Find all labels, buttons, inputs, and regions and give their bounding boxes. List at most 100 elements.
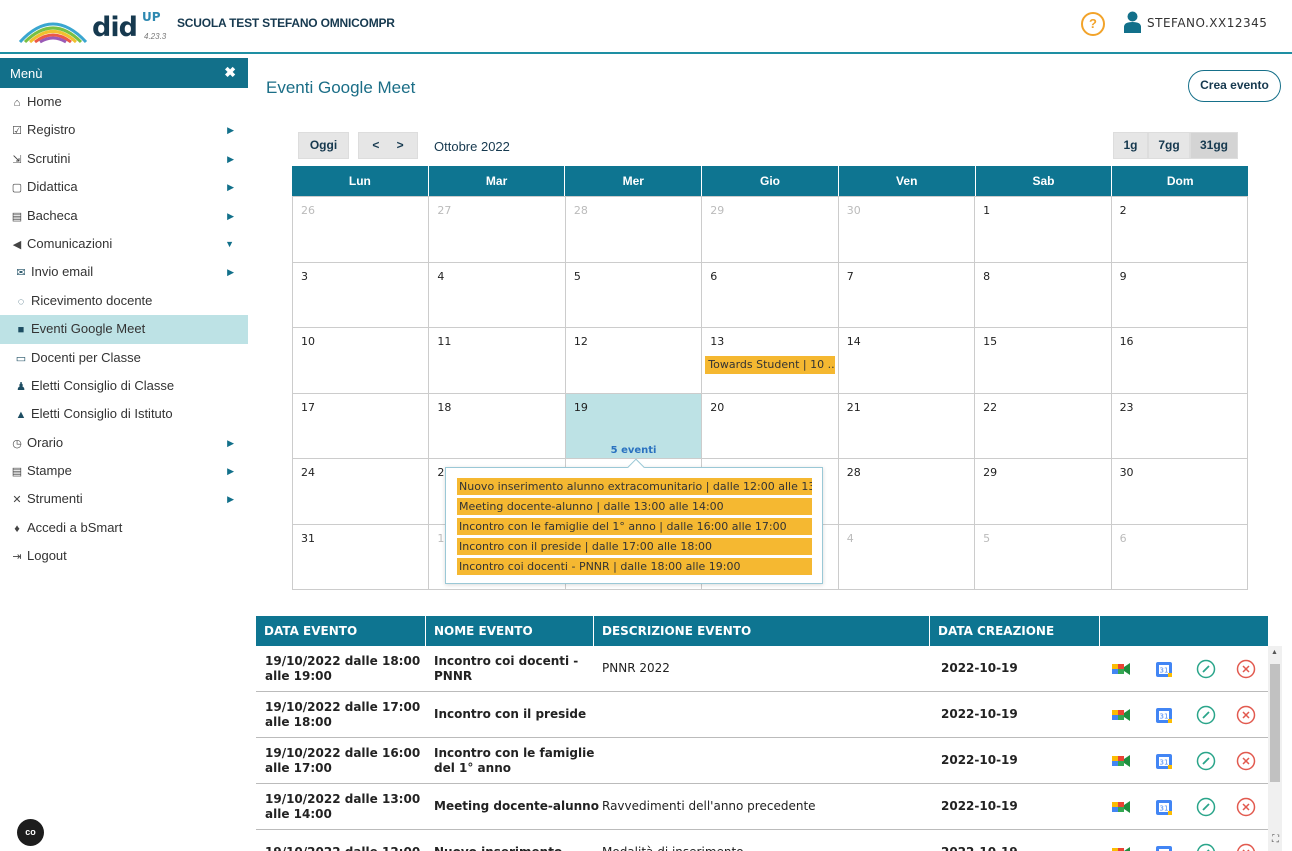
popover-event[interactable]: Meeting docente-alunno | dalle 13:00 all… <box>457 498 812 515</box>
view-31gg-button[interactable]: 31gg <box>1190 132 1238 159</box>
didup-logo[interactable]: did UP 4.23.3 <box>18 10 168 46</box>
calendar-day[interactable]: 23 <box>1111 392 1248 458</box>
calendar-day[interactable]: 6 <box>1111 523 1248 589</box>
calendar-day[interactable]: 9 <box>1111 261 1248 327</box>
calendar-day[interactable]: 3 <box>293 261 430 327</box>
expand-icon[interactable]: ⛶ <box>1272 834 1279 845</box>
meet-icon[interactable] <box>1111 843 1131 851</box>
menu-item-didattica[interactable]: ▢ Didattica ▶ <box>0 173 248 201</box>
close-icon[interactable]: ✖ <box>224 64 236 81</box>
calendar-day[interactable]: 24 <box>293 458 430 524</box>
scroll-up-icon[interactable]: ▲ <box>1271 649 1278 656</box>
calendar-event[interactable]: Towards Student | 10 ... <box>705 356 835 374</box>
calendar-day[interactable]: 4 <box>429 261 566 327</box>
user-icon[interactable] <box>1124 11 1141 33</box>
menu-item-invio-email[interactable]: ✉ Invio email ▶ <box>0 258 248 286</box>
calendar-day[interactable]: 2 <box>1111 196 1248 262</box>
calendar-day[interactable]: 6 <box>702 261 839 327</box>
calendar-day[interactable]: 30 <box>1111 458 1248 524</box>
popover-event[interactable]: Incontro con il preside | dalle 17:00 al… <box>457 538 812 555</box>
table-row[interactable]: 19/10/2022 dalle 18:00 alle 19:00 Incontro… <box>256 646 1268 692</box>
today-button[interactable]: Oggi <box>298 132 349 159</box>
calendar-day[interactable]: 1 <box>975 196 1112 262</box>
calendar-day[interactable]: 22 <box>975 392 1112 458</box>
menu-item-eventi-google-meet[interactable]: ■ Eventi Google Meet <box>0 315 248 344</box>
menu-item-comunicazioni[interactable]: ◀ Comunicazioni ▼ <box>0 230 248 258</box>
calendar-day[interactable]: 31 <box>293 523 430 589</box>
cookie-settings-button[interactable]: co <box>17 819 44 846</box>
calendar-day[interactable]: 18 <box>429 392 566 458</box>
more-events-link[interactable]: 5 eventi <box>566 445 701 456</box>
google-calendar-icon[interactable]: 31 <box>1154 659 1174 679</box>
calendar-day[interactable]: 30 <box>838 196 976 262</box>
username[interactable]: STEFANO.XX12345 <box>1147 16 1267 30</box>
prev-button[interactable]: < <box>372 138 379 152</box>
menu-item-docenti-per-classe[interactable]: ▭ Docenti per Classe <box>0 344 248 372</box>
menu-item-eletti-consiglio-di-classe[interactable]: ♟ Eletti Consiglio di Classe <box>0 372 248 400</box>
edit-icon[interactable] <box>1196 797 1216 817</box>
google-calendar-icon[interactable]: 31 <box>1154 751 1174 771</box>
calendar-day[interactable]: 28 <box>838 458 976 524</box>
menu-item-ricevimento-docente[interactable]: ◌ Ricevimento docente <box>0 287 248 315</box>
col-nome-evento[interactable]: NOME EVENTO <box>426 616 594 646</box>
meet-icon[interactable] <box>1111 659 1131 679</box>
table-row[interactable]: 19/10/2022 dalle 13:00 alle 14:00 Meeting … <box>256 784 1268 830</box>
calendar-day[interactable]: 21 <box>838 392 976 458</box>
calendar-day[interactable]: 26 <box>293 196 430 262</box>
calendar-day[interactable]: 15 <box>975 327 1112 393</box>
calendar-day[interactable]: 20 <box>702 392 839 458</box>
calendar-day[interactable]: 4 <box>838 523 976 589</box>
calendar-day[interactable]: 5 <box>565 261 703 327</box>
calendar-day[interactable]: 11 <box>429 327 566 393</box>
calendar-day[interactable]: 27 <box>429 196 566 262</box>
calendar-day[interactable]: 14 <box>838 327 976 393</box>
menu-item-bacheca[interactable]: ▤ Bacheca ▶ <box>0 202 248 230</box>
view-1g-button[interactable]: 1g <box>1113 132 1148 159</box>
menu-item-stampe[interactable]: ▤ Stampe ▶ <box>0 457 248 485</box>
google-calendar-icon[interactable]: 31 <box>1154 705 1174 725</box>
col-data-creazione[interactable]: DATA CREAZIONE <box>930 616 1100 646</box>
calendar-day[interactable]: 7 <box>838 261 976 327</box>
calendar-day[interactable]: 19 5 eventi <box>565 392 703 458</box>
menu-item-registro[interactable]: ☑ Registro ▶ <box>0 116 248 144</box>
help-button[interactable]: ? <box>1081 12 1105 36</box>
google-calendar-icon[interactable]: 31 <box>1154 797 1174 817</box>
menu-item-accedi-a-bsmart[interactable]: ♦ Accedi a bSmart <box>0 514 248 542</box>
menu-item-logout[interactable]: ⇥ Logout <box>0 542 248 570</box>
calendar-day[interactable]: 5 <box>975 523 1112 589</box>
edit-icon[interactable] <box>1196 705 1216 725</box>
delete-icon[interactable] <box>1236 843 1256 851</box>
calendar-day[interactable]: 16 <box>1111 327 1248 393</box>
menu-item-eletti-consiglio-di-istituto[interactable]: ▲ Eletti Consiglio di Istituto <box>0 400 248 428</box>
menu-item-strumenti[interactable]: ✕ Strumenti ▶ <box>0 485 248 513</box>
meet-icon[interactable] <box>1111 797 1131 817</box>
table-scrollbar[interactable]: ▲ <box>1268 646 1282 851</box>
calendar-day[interactable]: 10 <box>293 327 430 393</box>
col-data-evento[interactable]: DATA EVENTO <box>256 616 426 646</box>
delete-icon[interactable] <box>1236 797 1256 817</box>
popover-event[interactable]: Incontro con le famiglie del 1° anno | d… <box>457 518 812 535</box>
table-row[interactable]: 19/10/2022 dalle 12:00 Nuovo inserimento M… <box>256 830 1268 851</box>
calendar-day[interactable]: 29 <box>702 196 839 262</box>
calendar-day[interactable]: 28 <box>565 196 703 262</box>
col-descrizione-evento[interactable]: DESCRIZIONE EVENTO <box>594 616 930 646</box>
delete-icon[interactable] <box>1236 751 1256 771</box>
meet-icon[interactable] <box>1111 751 1131 771</box>
menu-item-home[interactable]: ⌂ Home <box>0 88 248 116</box>
meet-icon[interactable] <box>1111 705 1131 725</box>
google-calendar-icon[interactable]: 31 <box>1154 843 1174 851</box>
delete-icon[interactable] <box>1236 705 1256 725</box>
table-row[interactable]: 19/10/2022 dalle 16:00 alle 17:00 Incontro… <box>256 738 1268 784</box>
table-row[interactable]: 19/10/2022 dalle 17:00 alle 18:00 Incontro… <box>256 692 1268 738</box>
calendar-day[interactable]: 13 Towards Student | 10 ... <box>702 327 839 393</box>
calendar-day[interactable]: 8 <box>975 261 1112 327</box>
next-button[interactable]: > <box>397 138 404 152</box>
delete-icon[interactable] <box>1236 659 1256 679</box>
edit-icon[interactable] <box>1196 659 1216 679</box>
calendar-day[interactable]: 17 <box>293 392 430 458</box>
view-7gg-button[interactable]: 7gg <box>1148 132 1190 159</box>
menu-item-orario[interactable]: ◷ Orario ▶ <box>0 429 248 457</box>
calendar-day[interactable]: 29 <box>975 458 1112 524</box>
scrollbar-thumb[interactable] <box>1270 664 1280 782</box>
popover-event[interactable]: Incontro coi docenti - PNNR | dalle 18:0… <box>457 558 812 575</box>
